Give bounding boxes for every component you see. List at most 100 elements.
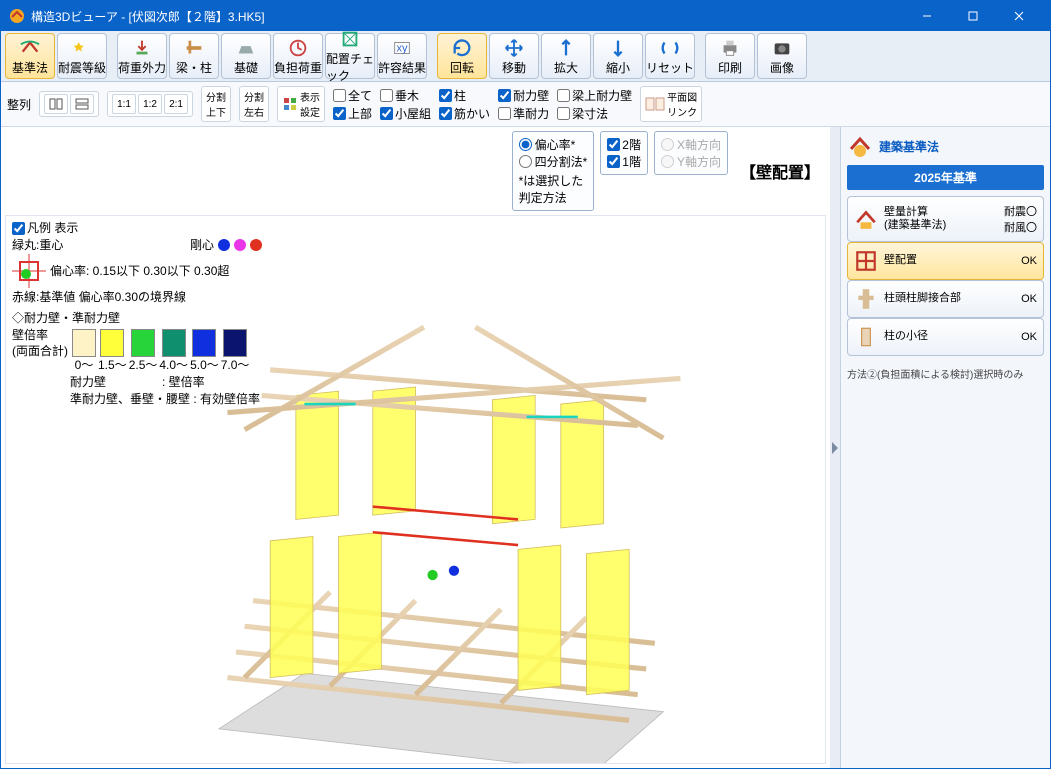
kaiten-icon bbox=[450, 37, 474, 59]
toolbar-kakudai[interactable]: 拡大 bbox=[541, 33, 591, 79]
split-tb-button[interactable]: 分割 上下 bbox=[201, 86, 231, 122]
chk-beam-wall[interactable]: 梁上耐力壁 bbox=[557, 87, 632, 104]
toolbar-kijunho[interactable]: 基準法 bbox=[5, 33, 55, 79]
chk-beam-dim[interactable]: 梁寸法 bbox=[557, 105, 632, 122]
shukusho-icon bbox=[606, 37, 630, 59]
taishin-icon bbox=[70, 37, 94, 59]
chk-upper[interactable]: 上部 bbox=[333, 105, 372, 122]
chk-rafter[interactable]: 垂木 bbox=[380, 87, 431, 104]
gazo-icon bbox=[770, 37, 794, 59]
align-vertical[interactable] bbox=[70, 94, 94, 114]
kiso-icon bbox=[234, 37, 258, 59]
reset-icon bbox=[658, 37, 682, 59]
kyoyo-icon: xy bbox=[390, 37, 414, 59]
3d-viewport[interactable]: 凡例 表示 緑丸:重心剛心 偏心率: 0.15以下 0.30以下 0.30超 赤… bbox=[5, 215, 826, 764]
settings-icon bbox=[282, 96, 298, 112]
maximize-button[interactable] bbox=[950, 1, 996, 31]
align-label: 整列 bbox=[7, 96, 31, 113]
legend-centroid-icon bbox=[12, 254, 46, 288]
radio-y-axis: Y軸方向 bbox=[661, 153, 721, 170]
option-bar: 整列 1:11:22:1 分割 上下 分割 左右 表示 設定 全て 上部 垂木 … bbox=[1, 82, 1050, 127]
titlebar: 構造3Dビューア - [伏図次郎【２階】3.HK5] bbox=[1, 1, 1050, 31]
year-badge: 2025年基準 bbox=[847, 165, 1044, 190]
chk-semi-bearing[interactable]: 準耐力 bbox=[498, 105, 549, 122]
chk-floor1[interactable]: 1階 bbox=[607, 153, 641, 170]
toolbar-kaju[interactable]: 荷重外力 bbox=[117, 33, 167, 79]
swatch-4: 5.0～ bbox=[190, 329, 219, 373]
toolbar-futan[interactable]: 負担荷重 bbox=[273, 33, 323, 79]
futan-icon bbox=[286, 37, 310, 59]
right-item-kabehaichi[interactable]: 壁配置 OK bbox=[847, 242, 1044, 280]
ratio-1:1[interactable]: 1:1 bbox=[112, 94, 136, 114]
right-item-kaberyo[interactable]: 壁量計算 (建築基準法) 耐震〇 耐風〇 bbox=[847, 196, 1044, 242]
right-item-shokei[interactable]: 柱の小径 OK bbox=[847, 318, 1044, 356]
ratio-1:2[interactable]: 1:2 bbox=[138, 94, 162, 114]
chk-roof-frame[interactable]: 小屋組 bbox=[380, 105, 431, 122]
swatch-0: 0～ bbox=[72, 329, 96, 373]
toolbar-insatsu[interactable]: 印刷 bbox=[705, 33, 755, 79]
floor-panel: 2階 1階 bbox=[600, 131, 648, 175]
toolbar-kaiten[interactable]: 回転 bbox=[437, 33, 487, 79]
dot-blue bbox=[218, 239, 230, 251]
ratio-buttons: 1:11:22:1 bbox=[107, 91, 193, 117]
kaju-icon bbox=[130, 37, 154, 59]
method-panel: 偏心率* 四分割法* *は選択した 判定方法 bbox=[512, 131, 595, 211]
split-lr-button[interactable]: 分割 左右 bbox=[239, 86, 269, 122]
chk-floor2[interactable]: 2階 bbox=[607, 136, 641, 153]
toolbar-kyoyo[interactable]: xy 許容結果 bbox=[377, 33, 427, 79]
app-icon bbox=[9, 8, 25, 24]
legend-panel: 凡例 表示 緑丸:重心剛心 偏心率: 0.15以下 0.30以下 0.30超 赤… bbox=[12, 220, 262, 408]
align-horizontal[interactable] bbox=[44, 94, 68, 114]
ratio-2:1[interactable]: 2:1 bbox=[164, 94, 188, 114]
right-item-chutou[interactable]: 柱頭柱脚接合部 OK bbox=[847, 280, 1044, 318]
toolbar-shukusho[interactable]: 縮小 bbox=[593, 33, 643, 79]
right-panel-title: 建築基準法 bbox=[847, 133, 1044, 159]
close-button[interactable] bbox=[996, 1, 1042, 31]
toolbar-reset[interactable]: リセット bbox=[645, 33, 695, 79]
chk-bearing-wall[interactable]: 耐力壁 bbox=[498, 87, 549, 104]
chk-brace[interactable]: 筋かい bbox=[439, 105, 490, 122]
display-settings-button[interactable]: 表示 設定 bbox=[277, 86, 325, 122]
radio-quarter[interactable]: 四分割法* bbox=[519, 153, 588, 170]
toolbar-haichi[interactable]: 配置チェック bbox=[325, 33, 375, 79]
svg-text:xy: xy bbox=[397, 42, 409, 54]
swatch-2: 2.5～ bbox=[129, 329, 158, 373]
kaberyo-icon bbox=[854, 207, 878, 231]
swatch-3: 4.0～ bbox=[159, 329, 188, 373]
link-icon bbox=[645, 97, 665, 111]
axis-panel: X軸方向 Y軸方向 bbox=[654, 131, 728, 175]
chk-legend-show[interactable]: 凡例 表示 bbox=[12, 220, 262, 236]
right-panel-note: 方法②(負担面積による検討)選択時のみ bbox=[847, 366, 1044, 381]
toolbar-gazo[interactable]: 画像 bbox=[757, 33, 807, 79]
chutou-icon bbox=[854, 287, 878, 311]
radio-x-axis: X軸方向 bbox=[661, 136, 721, 153]
toolbar-hari[interactable]: 梁・柱 bbox=[169, 33, 219, 79]
method-note: *は選択した 判定方法 bbox=[519, 172, 588, 206]
house-icon bbox=[847, 133, 873, 159]
swatch-1: 1.5～ bbox=[98, 329, 127, 373]
haichi-icon bbox=[338, 28, 362, 50]
chk-column[interactable]: 柱 bbox=[439, 87, 490, 104]
main-toolbar: 基準法 耐震等級 荷重外力 梁・柱 基礎 負担荷重 配置チェック xy 許容結果… bbox=[1, 31, 1050, 82]
swatch-5: 7.0～ bbox=[221, 329, 250, 373]
minimize-button[interactable] bbox=[904, 1, 950, 31]
splitter[interactable] bbox=[830, 127, 840, 768]
toolbar-kiso[interactable]: 基礎 bbox=[221, 33, 271, 79]
dot-red bbox=[250, 239, 262, 251]
kijunho-icon bbox=[18, 37, 42, 59]
right-panel: 建築基準法 2025年基準 壁量計算 (建築基準法) 耐震〇 耐風〇 壁配置 O… bbox=[840, 127, 1050, 768]
ido-icon bbox=[502, 37, 526, 59]
window-title: 構造3Dビューア - [伏図次郎【２階】3.HK5] bbox=[31, 8, 904, 25]
chk-all[interactable]: 全て bbox=[333, 87, 372, 104]
kakudai-icon bbox=[554, 37, 578, 59]
plan-link-button[interactable]: 平面図 リンク bbox=[640, 86, 702, 122]
shokei-icon bbox=[854, 325, 878, 349]
kabehaichi-icon bbox=[854, 249, 878, 273]
insatsu-icon bbox=[718, 37, 742, 59]
view-title: 【壁配置】 bbox=[740, 159, 820, 183]
align-buttons bbox=[39, 91, 99, 117]
radio-eccentricity[interactable]: 偏心率* bbox=[519, 136, 588, 153]
toolbar-taishin[interactable]: 耐震等級 bbox=[57, 33, 107, 79]
dot-magenta bbox=[234, 239, 246, 251]
toolbar-ido[interactable]: 移動 bbox=[489, 33, 539, 79]
